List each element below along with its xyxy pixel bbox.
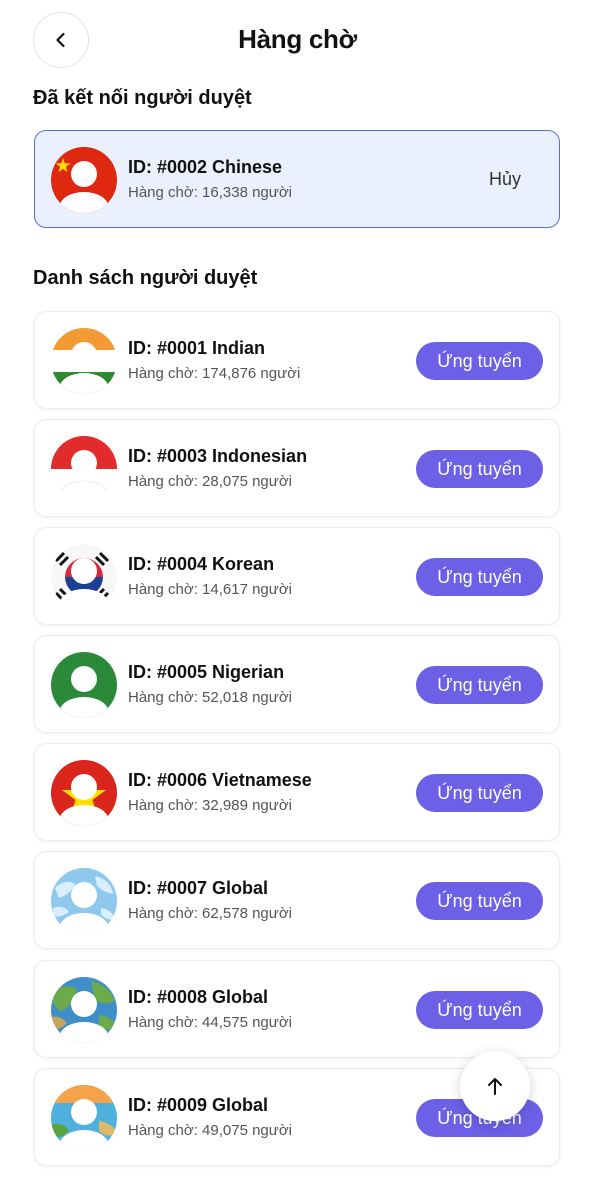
reviewer-card: ID: #0004 Korean Hàng chờ: 14,617 người … [34,527,560,625]
queue-count: Hàng chờ: 174,876 người [128,365,301,382]
reviewer-id: ID: #0008 Global [128,987,269,1007]
apply-button[interactable]: Ứng tuyển [416,991,543,1029]
flag-india-icon [51,328,117,394]
reviewer-id: ID: #0009 Global [128,1095,269,1115]
reviewer-card: ID: #0008 Global Hàng chờ: 44,575 người … [34,960,560,1058]
queue-count: Hàng chờ: 52,018 người [128,689,292,706]
flag-korea-icon [51,544,117,610]
avatar [51,760,117,826]
reviewer-card: ID: #0006 Vietnamese Hàng chờ: 32,989 ng… [34,743,560,841]
avatar [51,977,117,1043]
avatar [51,544,117,610]
avatar [51,147,117,213]
queue-count: Hàng chờ: 14,617 người [128,581,292,598]
apply-button[interactable]: Ứng tuyển [416,666,543,704]
arrow-up-icon [488,1078,502,1095]
reviewer-card: ID: #0001 Indian Hàng chờ: 174,876 người… [34,311,560,409]
avatar [51,652,117,718]
queue-count: Hàng chờ: 32,989 người [128,797,292,814]
queue-count: Hàng chờ: 28,075 người [128,473,292,490]
flag-indonesia-icon [51,436,117,502]
queue-count: Hàng chờ: 62,578 người [128,905,292,922]
globe-green-icon [51,977,117,1043]
reviewer-id: ID: #0002 Chinese [128,157,283,177]
connected-reviewer-card: ID: #0002 Chinese Hàng chờ: 16,338 người… [34,130,560,228]
flag-china-icon [51,147,117,213]
apply-button[interactable]: Ứng tuyển [416,450,543,488]
scroll-to-top-button[interactable] [460,1051,530,1121]
reviewer-id: ID: #0007 Global [128,878,269,898]
flag-nigeria-icon [51,652,117,718]
avatar [51,328,117,394]
reviewer-card: ID: #0003 Indonesian Hàng chờ: 28,075 ng… [34,419,560,517]
reviewer-id: ID: #0006 Vietnamese [128,770,312,790]
connected-section-title: Đã kết nối người duyệt [33,87,252,109]
page-title: Hàng chờ [238,24,357,54]
avatar [51,868,117,934]
apply-button[interactable]: Ứng tuyển [416,882,543,920]
apply-button[interactable]: Ứng tuyển [416,774,543,812]
flag-vietnam-icon [51,760,117,826]
queue-count: Hàng chờ: 44,575 người [128,1014,292,1031]
globe-light-icon [51,868,117,934]
queue-count: Hàng chờ: 49,075 người [128,1122,292,1139]
reviewer-card: ID: #0007 Global Hàng chờ: 62,578 người … [34,851,560,949]
avatar [51,1085,117,1151]
queue-count: Hàng chờ: 16,338 người [128,184,292,201]
reviewer-list-title: Danh sách người duyệt [33,267,258,289]
reviewer-id: ID: #0005 Nigerian [128,662,285,682]
reviewer-card: ID: #0005 Nigerian Hàng chờ: 52,018 ngườ… [34,635,560,733]
header: Hàng chờ [0,0,595,84]
globe-beach-icon [51,1085,117,1151]
avatar [51,436,117,502]
reviewer-id: ID: #0001 Indian [128,338,266,358]
reviewer-id: ID: #0004 Korean [128,554,275,574]
cancel-button[interactable]: Hủy [489,169,521,190]
apply-button[interactable]: Ứng tuyển [416,342,543,380]
reviewer-id: ID: #0003 Indonesian [128,446,308,466]
apply-button[interactable]: Ứng tuyển [416,558,543,596]
